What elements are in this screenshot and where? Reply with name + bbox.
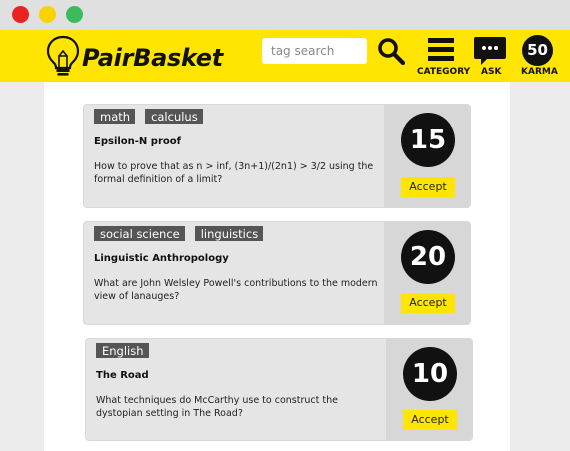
question-card[interactable]: social science linguistics Linguistic An… xyxy=(83,221,471,325)
karma-label: KARMA xyxy=(521,67,558,77)
tag-chip[interactable]: English xyxy=(96,343,149,358)
top-navbar: PairBasket CATEGORY ASK 50 KARMA xyxy=(0,30,570,82)
karma-badge[interactable]: 50 xyxy=(522,35,553,66)
score-badge: 15 xyxy=(401,113,455,167)
tag-chip[interactable]: social science xyxy=(94,226,185,241)
question-title[interactable]: Epsilon-N proof xyxy=(94,136,181,147)
score-badge: 20 xyxy=(401,230,455,284)
lightbulb-logo-icon xyxy=(44,34,82,82)
speech-bubble-icon xyxy=(474,37,506,65)
tag-list: English xyxy=(96,343,149,358)
tag-chip[interactable]: math xyxy=(94,109,136,124)
maximize-window-button[interactable] xyxy=(66,6,83,23)
brand-name[interactable]: PairBasket xyxy=(82,44,223,72)
tag-search-input[interactable] xyxy=(262,38,367,64)
accept-button[interactable]: Accept xyxy=(403,410,457,430)
question-card[interactable]: math calculus Epsilon-N proof How to pro… xyxy=(83,104,471,208)
tag-chip[interactable]: linguistics xyxy=(194,226,264,241)
category-button[interactable] xyxy=(427,36,455,64)
category-label[interactable]: CATEGORY xyxy=(417,67,470,77)
menu-icon xyxy=(428,38,454,61)
ask-label[interactable]: ASK xyxy=(481,67,501,77)
ask-button[interactable] xyxy=(473,36,507,66)
question-body: How to prove that as n > inf, (3n+1)/(2n… xyxy=(94,161,374,185)
question-card[interactable]: English The Road What techniques do McCa… xyxy=(85,338,473,441)
close-window-button[interactable] xyxy=(12,6,29,23)
question-body: What are John Welsley Powell's contribut… xyxy=(94,278,378,302)
question-title[interactable]: The Road xyxy=(96,370,149,381)
question-title[interactable]: Linguistic Anthropology xyxy=(94,253,229,264)
question-body: What techniques do McCarthy use to const… xyxy=(96,395,338,419)
score-badge: 10 xyxy=(403,347,457,401)
tag-chip[interactable]: calculus xyxy=(145,109,203,124)
search-icon[interactable] xyxy=(377,37,406,66)
accept-button[interactable]: Accept xyxy=(401,293,455,313)
accept-button[interactable]: Accept xyxy=(401,177,455,197)
tag-list: math calculus xyxy=(94,109,203,124)
tag-list: social science linguistics xyxy=(94,226,264,241)
minimize-window-button[interactable] xyxy=(39,6,56,23)
window-titlebar xyxy=(0,0,570,30)
